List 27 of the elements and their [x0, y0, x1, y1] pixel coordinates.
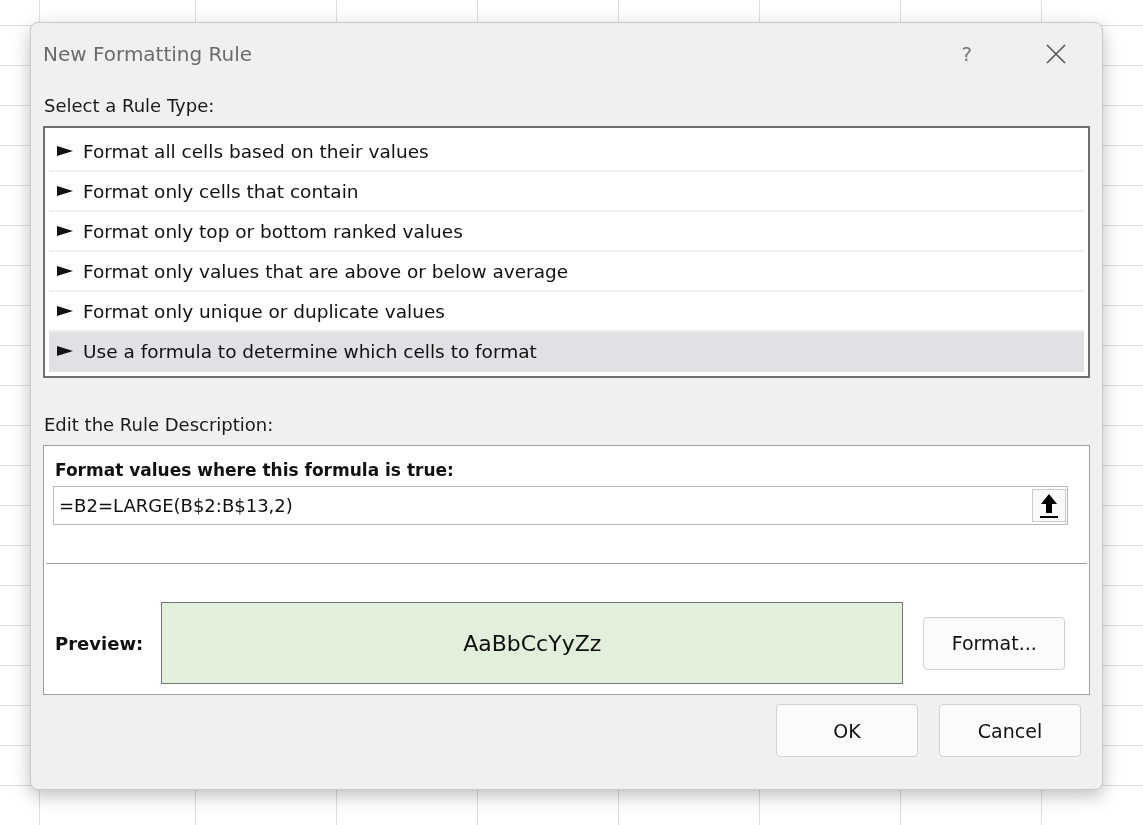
window-title: New Formatting Rule — [43, 42, 254, 66]
upload-arrow-icon — [1039, 492, 1059, 519]
pointer-icon — [57, 345, 73, 357]
help-button[interactable]: ? — [961, 42, 972, 66]
section-label: Select a Rule Type: — [44, 95, 216, 116]
format-button[interactable]: Format... — [923, 616, 1066, 670]
rule-type-label: Format all cells based on their values — [83, 140, 429, 162]
pointer-icon — [57, 225, 73, 237]
rule-type-label: Use a formula to determine which cells to format — [83, 340, 537, 362]
rule-type-label: Format only top or bottom ranked values — [83, 220, 463, 242]
pointer-icon — [57, 265, 73, 277]
section-label: Edit the Rule Description: — [44, 414, 275, 435]
rule-type-label: Format only unique or duplicate values — [83, 300, 445, 322]
formula-field[interactable]: =B2=LARGE(B$2:B$13,2) — [53, 486, 1068, 525]
pointer-icon — [57, 145, 73, 157]
formula-label: Format values where this formula is true: — [55, 460, 455, 480]
pointer-icon — [57, 185, 73, 197]
ok-button[interactable]: OK — [776, 704, 918, 757]
rule-type-item[interactable]: Use a formula to determine which cells to format — [49, 332, 1084, 372]
preview-label: Preview: — [55, 632, 144, 654]
collapse-button[interactable] — [1032, 489, 1066, 522]
rule-type-label: Format only values that are above or below average — [83, 260, 569, 282]
pointer-icon — [57, 305, 73, 317]
rule-type-label: Format only cells that contain — [83, 180, 359, 202]
preview-sample-text: AaBbCcYyZz — [463, 630, 602, 656]
cancel-button[interactable]: Cancel — [939, 704, 1081, 757]
formula-input[interactable]: =B2=LARGE(B$2:B$13,2) — [57, 494, 1032, 517]
